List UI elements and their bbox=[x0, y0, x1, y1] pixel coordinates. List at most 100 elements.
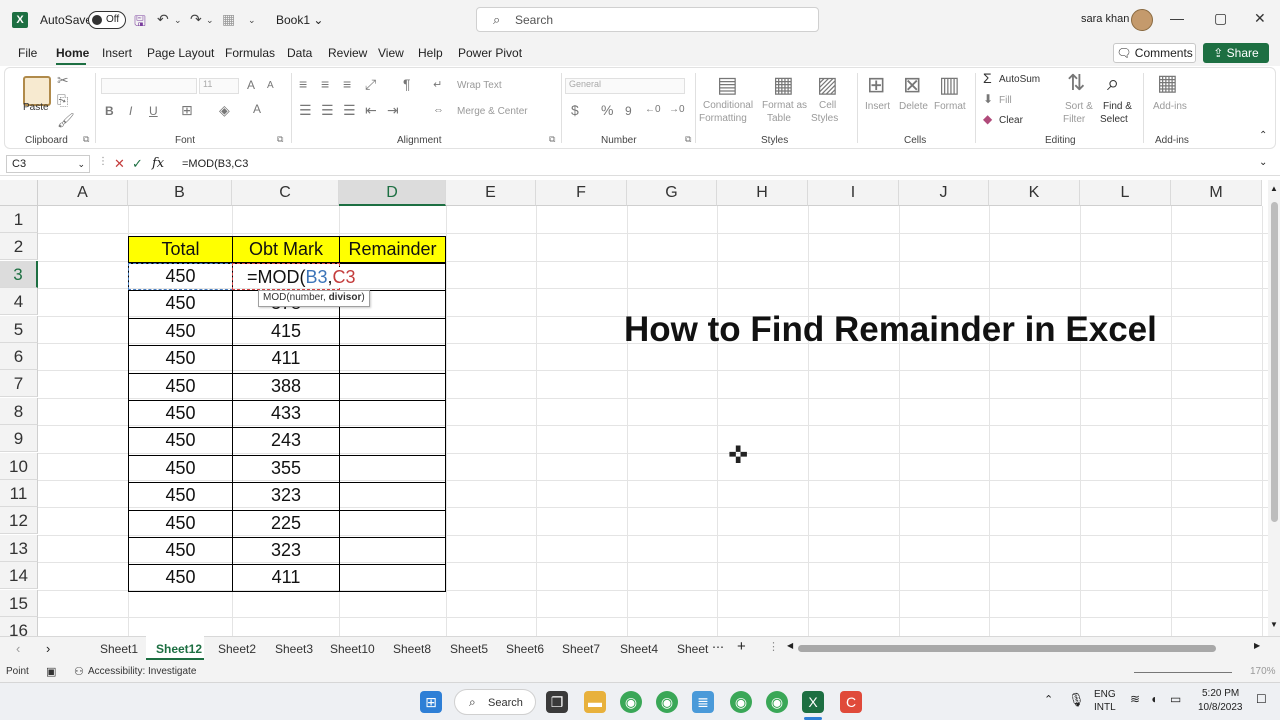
horizontal-scroll-thumb[interactable] bbox=[798, 645, 1216, 652]
notepad-icon[interactable]: ≣ bbox=[692, 691, 714, 713]
sheet-tab-sheet1[interactable]: Sheet1 bbox=[100, 642, 138, 656]
form-icon[interactable]: ▦ bbox=[222, 11, 235, 28]
font-launcher-icon[interactable]: ⧉ bbox=[277, 134, 283, 145]
redo-dropdown-icon[interactable]: ⌄ bbox=[206, 15, 214, 26]
font-size-combo[interactable]: 11 bbox=[199, 78, 239, 94]
save-icon[interactable]: 🖫 bbox=[134, 11, 146, 35]
font-color-icon[interactable]: A bbox=[253, 102, 261, 116]
row-header-13[interactable]: 13 bbox=[0, 534, 38, 562]
conditional-formatting-icon[interactable]: ▤ bbox=[717, 72, 738, 98]
bottom-align-icon[interactable]: ≡ bbox=[343, 76, 351, 92]
cell-b12[interactable]: 450 bbox=[128, 513, 233, 534]
format-cells-label[interactable]: Format bbox=[934, 101, 966, 112]
orientation-icon[interactable]: ⤢ bbox=[365, 76, 376, 93]
sheet-tab-sheet2[interactable]: Sheet2 bbox=[218, 642, 256, 656]
cell-c11[interactable]: 323 bbox=[232, 485, 340, 506]
header-cell-remainder[interactable]: Remainder bbox=[339, 236, 446, 263]
cell-c10[interactable]: 355 bbox=[232, 458, 340, 479]
increase-indent-icon[interactable]: ⇥ bbox=[387, 102, 399, 119]
row-header-8[interactable]: 8 bbox=[0, 397, 38, 425]
sheet-tab-sheet8[interactable]: Sheet8 bbox=[393, 642, 431, 656]
title-search-box[interactable]: ⌕ Search bbox=[476, 7, 819, 32]
scroll-up-icon[interactable]: ▲ bbox=[1270, 184, 1278, 193]
cell-b10[interactable]: 450 bbox=[128, 458, 233, 479]
task-view-icon[interactable]: ❐ bbox=[546, 691, 568, 713]
macro-icon[interactable]: ▣ bbox=[46, 665, 56, 678]
user-name[interactable]: sara khan bbox=[1081, 13, 1129, 25]
cell-editor[interactable]: =MOD(B3,C3 bbox=[247, 267, 356, 288]
sheet-tab-sheet12[interactable]: Sheet12 bbox=[156, 642, 202, 656]
taskbar-search[interactable]: ⌕ Search bbox=[454, 689, 536, 715]
cell-b4[interactable]: 450 bbox=[128, 293, 233, 314]
align-right-icon[interactable]: ☰ bbox=[343, 102, 356, 119]
comma-style-icon[interactable]: 9 bbox=[625, 104, 632, 118]
row-header-3[interactable]: 3 bbox=[0, 260, 38, 288]
header-cell-obt-mark[interactable]: Obt Mark bbox=[232, 236, 340, 263]
scroll-right-icon[interactable]: ▶ bbox=[1254, 641, 1260, 650]
minimize-icon[interactable]: — bbox=[1170, 10, 1184, 26]
workbook-name[interactable]: Book1 ⌄ bbox=[276, 13, 323, 27]
column-header-h[interactable]: H bbox=[717, 180, 808, 206]
select-all-corner[interactable] bbox=[0, 180, 38, 206]
cell-c7[interactable]: 388 bbox=[232, 376, 340, 397]
increase-decimal-icon[interactable]: ←0 bbox=[645, 104, 661, 115]
column-header-k[interactable]: K bbox=[989, 180, 1080, 206]
number-launcher-icon[interactable]: ⧉ bbox=[685, 134, 691, 145]
add-ins-button-label[interactable]: Add-ins bbox=[1153, 101, 1187, 112]
function-tooltip[interactable]: MOD(number, divisor) bbox=[258, 290, 370, 307]
cell-b13[interactable]: 450 bbox=[128, 540, 233, 561]
copy-icon[interactable]: ⎘ bbox=[57, 92, 68, 109]
prev-sheet-icon[interactable]: ‹ bbox=[16, 641, 20, 656]
cell-b14[interactable]: 450 bbox=[128, 567, 233, 588]
cut-icon[interactable]: ✂ bbox=[57, 72, 69, 89]
tab-review[interactable]: Review bbox=[328, 46, 367, 60]
column-header-i[interactable]: I bbox=[808, 180, 899, 206]
zoom-level[interactable]: 170% bbox=[1250, 666, 1276, 677]
fill-label[interactable]: Fill bbox=[999, 95, 1012, 106]
volume-icon[interactable]: ◖ bbox=[1150, 692, 1157, 706]
cell-c6[interactable]: 411 bbox=[232, 348, 340, 369]
format-cells-icon[interactable]: ▥ bbox=[939, 72, 960, 98]
align-center-icon[interactable]: ☰ bbox=[321, 102, 334, 119]
column-header-a[interactable]: A bbox=[38, 180, 128, 206]
battery-icon[interactable]: ▭ bbox=[1170, 692, 1181, 706]
add-ins-icon[interactable]: ▦ bbox=[1157, 70, 1178, 96]
accessibility-icon[interactable]: ⚇ bbox=[74, 665, 84, 678]
recorder-icon[interactable]: C bbox=[840, 691, 862, 713]
header-cell-total[interactable]: Total bbox=[128, 236, 233, 263]
row-header-1[interactable]: 1 bbox=[0, 206, 38, 233]
chrome-profile-icon[interactable]: ◉ bbox=[656, 691, 678, 713]
autosave-toggle[interactable]: Off bbox=[88, 11, 126, 29]
format-as-table-label-2[interactable]: Table bbox=[767, 113, 791, 124]
microphone-icon[interactable]: 🎙 bbox=[1068, 692, 1085, 708]
sheet-tab-sheet7[interactable]: Sheet7 bbox=[562, 642, 600, 656]
delete-cells-label[interactable]: Delete bbox=[899, 101, 928, 112]
tab-home[interactable]: Home bbox=[56, 46, 89, 60]
tab-split-icon[interactable]: ⋮ bbox=[768, 640, 779, 653]
vertical-scroll-thumb[interactable] bbox=[1271, 202, 1278, 522]
tab-formulas[interactable]: Formulas bbox=[225, 46, 275, 60]
insert-cells-label[interactable]: Insert bbox=[865, 101, 890, 112]
row-header-10[interactable]: 10 bbox=[0, 452, 38, 480]
merge-center-label[interactable]: Merge & Center bbox=[457, 106, 528, 117]
close-icon[interactable]: ✕ bbox=[1254, 10, 1266, 27]
notifications-icon[interactable]: ☐ bbox=[1256, 692, 1267, 706]
chrome-icon[interactable]: ◉ bbox=[620, 691, 642, 713]
alignment-launcher-icon[interactable]: ⧉ bbox=[549, 134, 555, 145]
find-select-icon[interactable]: ⌕ bbox=[1107, 70, 1119, 96]
collapse-ribbon-icon[interactable]: ⌃ bbox=[1259, 130, 1267, 141]
sheet-tab-sheet4[interactable]: Sheet4 bbox=[620, 642, 658, 656]
clear-icon[interactable]: ◆ bbox=[983, 112, 992, 126]
cell-b7[interactable]: 450 bbox=[128, 376, 233, 397]
fill-icon[interactable]: ⬇ bbox=[983, 92, 993, 106]
row-header-5[interactable]: 5 bbox=[0, 315, 38, 343]
find-select-label-2[interactable]: Select bbox=[1100, 114, 1128, 125]
sheet-tab-sheet5[interactable]: Sheet5 bbox=[450, 642, 488, 656]
percent-icon[interactable]: % bbox=[601, 102, 613, 118]
start-icon[interactable]: ⊞ bbox=[420, 691, 442, 713]
row-header-16[interactable]: 16 bbox=[0, 617, 38, 636]
cell-b5[interactable]: 450 bbox=[128, 321, 233, 342]
italic-icon[interactable]: I bbox=[129, 104, 132, 118]
decrease-font-icon[interactable]: A bbox=[267, 80, 274, 91]
restore-icon[interactable]: ▢ bbox=[1214, 10, 1227, 27]
